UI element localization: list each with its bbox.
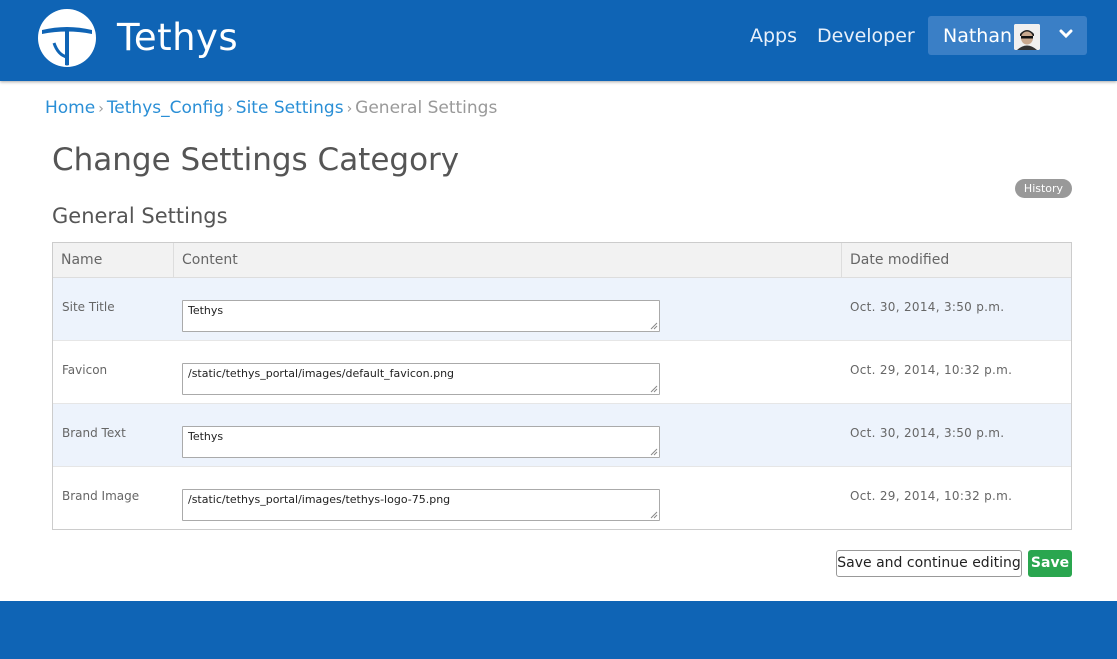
brand-image-field[interactable]: /static/tethys_portal/images/tethys-logo… xyxy=(182,489,660,521)
section-title: General Settings xyxy=(52,204,228,228)
favicon-field[interactable]: /static/tethys_portal/images/default_fav… xyxy=(182,363,660,395)
resize-grip-icon[interactable] xyxy=(649,321,658,330)
date-modified: Oct. 30, 2014, 3:50 p.m. xyxy=(850,300,1005,314)
date-modified: Oct. 29, 2014, 10:32 p.m. xyxy=(850,363,1013,377)
user-avatar xyxy=(1014,24,1040,50)
save-and-continue-button[interactable]: Save and continue editing xyxy=(836,550,1022,577)
setting-name: Favicon xyxy=(62,363,108,377)
table-row: Favicon /static/tethys_portal/images/def… xyxy=(53,341,1071,404)
site-title-field[interactable]: Tethys xyxy=(182,300,660,332)
column-header-content: Content xyxy=(174,243,842,277)
user-name: Nathan xyxy=(943,25,1013,47)
save-button[interactable]: Save xyxy=(1028,550,1072,577)
page-title: Change Settings Category xyxy=(52,142,460,178)
breadcrumb-home[interactable]: Home xyxy=(45,98,95,118)
breadcrumb-separator: › xyxy=(98,101,104,117)
breadcrumb-separator: › xyxy=(227,101,233,117)
table-row: Site Title Tethys Oct. 30, 2014, 3:50 p.… xyxy=(53,278,1071,341)
user-menu-button[interactable]: Nathan xyxy=(928,16,1087,55)
table-row: Brand Text Tethys Oct. 30, 2014, 3:50 p.… xyxy=(53,404,1071,467)
column-header-name: Name xyxy=(53,243,174,277)
setting-name: Brand Text xyxy=(62,426,126,440)
breadcrumb-tethys-config[interactable]: Tethys_Config xyxy=(107,98,224,118)
date-modified: Oct. 29, 2014, 10:32 p.m. xyxy=(850,489,1013,503)
nav-developer-link[interactable]: Developer xyxy=(817,25,915,47)
resize-grip-icon[interactable] xyxy=(649,447,658,456)
breadcrumb-separator: › xyxy=(346,101,353,117)
breadcrumb-current: General Settings xyxy=(355,98,498,118)
date-modified: Oct. 30, 2014, 3:50 p.m. xyxy=(850,426,1005,440)
breadcrumb-site-settings[interactable]: Site Settings xyxy=(236,98,344,118)
brand-text[interactable]: Tethys xyxy=(117,16,238,59)
nav-apps-link[interactable]: Apps xyxy=(750,25,797,47)
table-header: Name Content Date modified xyxy=(53,243,1071,278)
tethys-logo-icon[interactable] xyxy=(36,7,98,69)
column-header-date-modified: Date modified xyxy=(850,252,950,268)
brand-text-field[interactable]: Tethys xyxy=(182,426,660,458)
setting-name: Brand Image xyxy=(62,489,140,503)
breadcrumb: Home › Tethys_Config › Site Settings › General… xyxy=(45,98,497,118)
table-row: Brand Image /static/tethys_portal/images… xyxy=(53,467,1071,530)
resize-grip-icon[interactable] xyxy=(649,384,658,393)
history-button[interactable]: History xyxy=(1015,179,1072,198)
setting-name: Site Title xyxy=(62,300,115,314)
settings-table: Name Content Date modified Site Title Te… xyxy=(52,242,1072,530)
chevron-down-icon xyxy=(1059,29,1073,39)
footer xyxy=(0,601,1117,659)
resize-grip-icon[interactable] xyxy=(649,510,658,519)
top-navbar: Tethys Apps Developer Nathan xyxy=(0,0,1117,81)
